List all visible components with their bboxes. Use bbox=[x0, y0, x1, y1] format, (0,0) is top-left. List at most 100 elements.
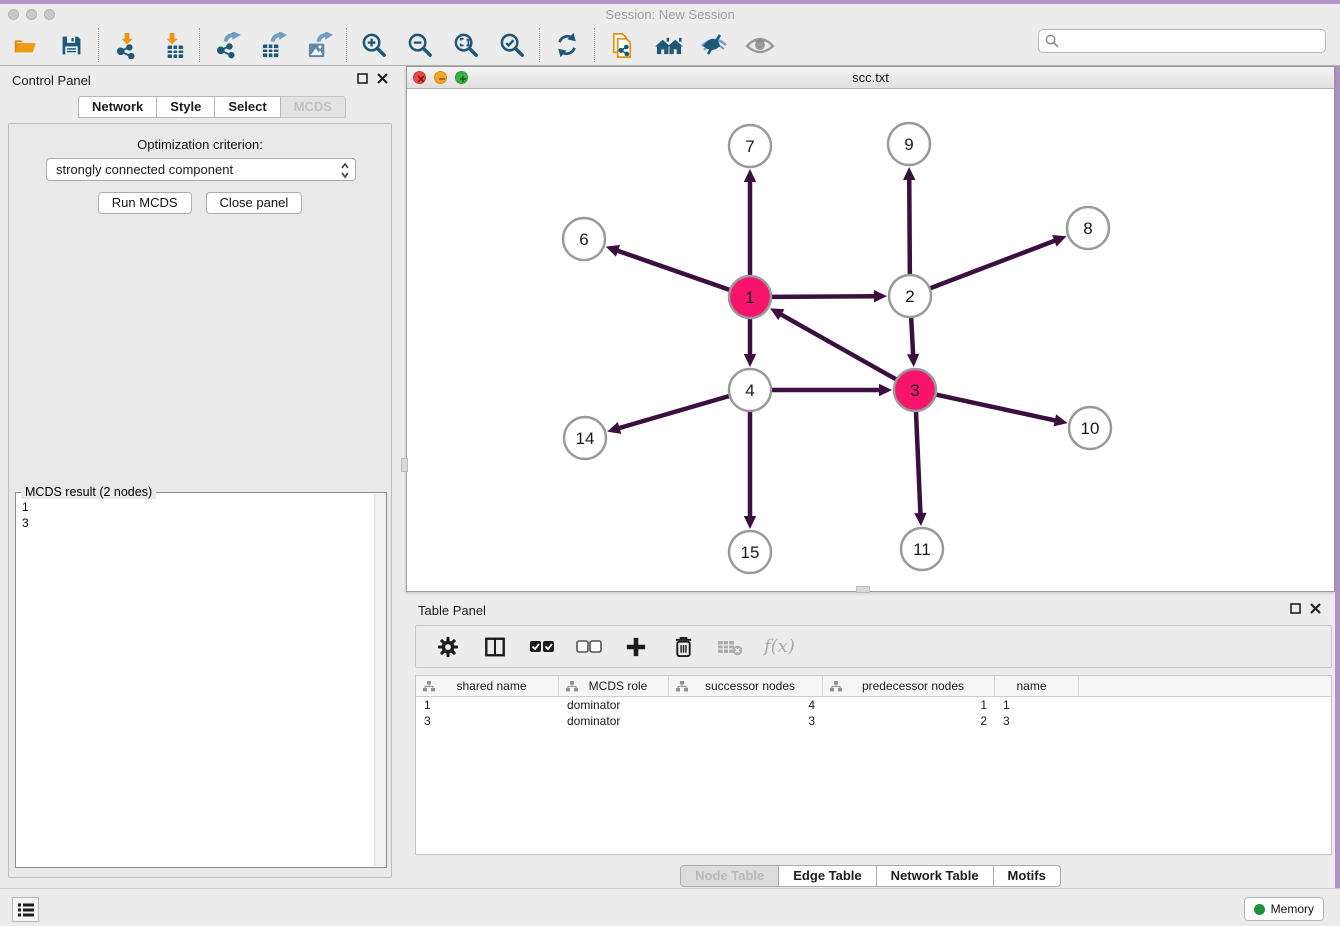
node-table[interactable]: shared nameMCDS role successor nodes prede… bbox=[415, 675, 1332, 855]
table-row[interactable]: 1dominator411 bbox=[416, 697, 1331, 713]
table-panel-title: Table Panel bbox=[418, 603, 486, 618]
network-minimize-icon[interactable] bbox=[434, 71, 447, 84]
edge-arrowhead bbox=[1054, 414, 1068, 426]
column-label: predecessor nodes bbox=[842, 679, 994, 693]
tab-style[interactable]: Style bbox=[157, 96, 215, 118]
column-header-name[interactable]: name bbox=[995, 676, 1079, 696]
tab-select[interactable]: Select bbox=[215, 96, 280, 118]
edge-arrowhead bbox=[606, 245, 620, 257]
table-settings-gear-icon[interactable] bbox=[435, 634, 461, 660]
table-row[interactable]: 3dominator323 bbox=[416, 713, 1331, 729]
column-header-shared-name[interactable]: shared name bbox=[416, 676, 559, 696]
close-panel-icon[interactable] bbox=[377, 73, 388, 84]
import-table-icon[interactable] bbox=[157, 30, 187, 60]
network-maximize-icon[interactable] bbox=[455, 71, 468, 84]
select-all-icon[interactable] bbox=[529, 634, 555, 660]
home-icon[interactable] bbox=[653, 30, 683, 60]
tab-mcds[interactable]: MCDS bbox=[281, 96, 346, 118]
table-cell[interactable]: dominator bbox=[559, 713, 669, 729]
graph-edge-1-2[interactable] bbox=[772, 296, 876, 297]
graph-edge-4-14[interactable] bbox=[618, 396, 729, 428]
divider-grip[interactable] bbox=[401, 458, 408, 472]
graph-edge-3-1[interactable] bbox=[780, 314, 896, 380]
float-panel-icon[interactable] bbox=[357, 73, 368, 84]
search-field[interactable] bbox=[1038, 29, 1326, 53]
table-cell[interactable]: 1 bbox=[416, 697, 559, 713]
eye-slash-icon[interactable] bbox=[699, 30, 729, 60]
graph-edge-3-11[interactable] bbox=[916, 412, 921, 515]
column-header-predecessor-nodes[interactable]: predecessor nodes bbox=[823, 676, 995, 696]
delete-column-icon bbox=[717, 634, 743, 660]
desktop-background-strip-right bbox=[1335, 66, 1340, 926]
clone-network-icon[interactable] bbox=[607, 30, 637, 60]
table-cell[interactable]: 4 bbox=[669, 697, 823, 713]
delete-table-icon[interactable] bbox=[670, 634, 696, 660]
close-window-icon[interactable] bbox=[8, 9, 19, 20]
save-session-icon[interactable] bbox=[56, 30, 86, 60]
deselect-all-icon[interactable] bbox=[576, 634, 602, 660]
zoom-fit-icon[interactable] bbox=[451, 30, 481, 60]
toolbar-separator bbox=[98, 28, 99, 62]
open-file-icon[interactable] bbox=[10, 30, 40, 60]
table-cell[interactable]: dominator bbox=[559, 697, 669, 713]
edge-arrowhead bbox=[914, 513, 926, 526]
close-panel-button[interactable]: Close panel bbox=[206, 192, 303, 214]
graph-edge-2-9[interactable] bbox=[909, 178, 910, 274]
optimization-criterion-label: Optimization criterion: bbox=[9, 137, 391, 152]
export-table-icon[interactable] bbox=[258, 30, 288, 60]
zoom-out-icon[interactable] bbox=[405, 30, 435, 60]
edge-arrowhead bbox=[879, 384, 892, 396]
function-builder-icon: f(x) bbox=[764, 636, 795, 657]
memory-button[interactable]: Memory bbox=[1244, 897, 1324, 921]
import-network-icon[interactable] bbox=[111, 30, 141, 60]
zoom-window-icon[interactable] bbox=[44, 9, 55, 20]
tab-node-table[interactable]: Node Table bbox=[680, 865, 779, 887]
zoom-in-icon[interactable] bbox=[359, 30, 389, 60]
table-cell[interactable]: 3 bbox=[995, 713, 1079, 729]
result-scrollbar[interactable] bbox=[374, 494, 386, 866]
minimize-window-icon[interactable] bbox=[26, 9, 37, 20]
float-panel-icon[interactable] bbox=[1290, 603, 1301, 614]
table-cell[interactable]: 1 bbox=[995, 697, 1079, 713]
graph-edge-2-8[interactable] bbox=[931, 240, 1057, 288]
status-bar: Memory bbox=[0, 888, 1340, 926]
search-input[interactable] bbox=[1063, 34, 1325, 48]
table-cell[interactable]: 2 bbox=[823, 713, 995, 729]
node-label-2: 2 bbox=[905, 287, 914, 306]
show-columns-icon[interactable] bbox=[482, 634, 508, 660]
traffic-lights[interactable] bbox=[8, 9, 55, 20]
mcds-result-text[interactable]: 1 3 bbox=[16, 495, 373, 867]
table-cell[interactable]: 3 bbox=[669, 713, 823, 729]
criterion-dropdown[interactable]: strongly connected component bbox=[46, 158, 356, 181]
task-history-button[interactable] bbox=[12, 897, 39, 922]
network-canvas[interactable]: 7968124314101511 bbox=[407, 89, 1334, 591]
node-label-9: 9 bbox=[904, 135, 913, 154]
tab-network-table[interactable]: Network Table bbox=[877, 865, 994, 887]
run-mcds-button[interactable]: Run MCDS bbox=[98, 192, 192, 214]
network-close-icon[interactable] bbox=[413, 71, 426, 84]
tab-edge-table[interactable]: Edge Table bbox=[779, 865, 876, 887]
tab-motifs[interactable]: Motifs bbox=[994, 865, 1061, 887]
column-label: shared name bbox=[435, 679, 558, 693]
zoom-selected-icon[interactable] bbox=[497, 30, 527, 60]
graph-edge-1-6[interactable] bbox=[616, 250, 729, 290]
add-column-icon[interactable] bbox=[623, 634, 649, 660]
search-icon bbox=[1045, 34, 1059, 48]
export-network-icon[interactable] bbox=[212, 30, 242, 60]
attribute-type-icon bbox=[830, 681, 842, 692]
table-cell[interactable]: 3 bbox=[416, 713, 559, 729]
table-cell[interactable]: 1 bbox=[823, 697, 995, 713]
tab-network[interactable]: Network bbox=[78, 96, 157, 118]
close-panel-icon[interactable] bbox=[1310, 603, 1321, 614]
graph-edge-2-3[interactable] bbox=[911, 318, 913, 356]
column-header-MCDS-role[interactable]: MCDS role bbox=[559, 676, 669, 696]
refresh-icon[interactable] bbox=[552, 30, 582, 60]
divider-grip[interactable] bbox=[856, 586, 870, 593]
eye-icon[interactable] bbox=[745, 30, 775, 60]
network-graph: 7968124314101511 bbox=[407, 89, 1334, 591]
network-window-titlebar[interactable]: scc.txt bbox=[407, 67, 1334, 89]
export-image-icon[interactable] bbox=[304, 30, 334, 60]
column-header-successor-nodes[interactable]: successor nodes bbox=[669, 676, 823, 696]
column-label: successor nodes bbox=[688, 679, 822, 693]
graph-edge-3-10[interactable] bbox=[936, 395, 1056, 421]
